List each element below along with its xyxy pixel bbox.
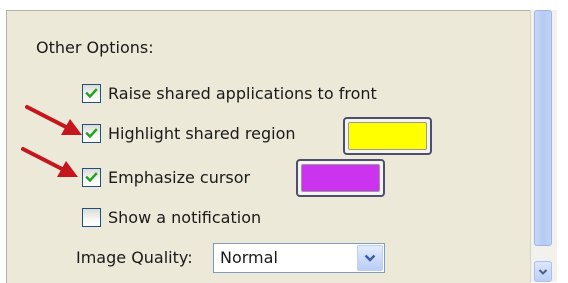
check-icon [85,88,98,99]
emphasize-cursor-label: Emphasize cursor [108,168,251,187]
check-icon [85,128,98,139]
options-window: Other Options: Raise shared applications… [0,0,568,283]
chevron-down-icon [538,268,548,275]
show-notification-label: Show a notification [108,208,262,227]
cursor-color-swatch [301,164,380,192]
option-emphasize-cursor[interactable]: Emphasize cursor [82,168,250,187]
image-quality-value: Normal [220,248,278,267]
chevron-down-icon [364,254,376,262]
highlight-color-button[interactable] [343,117,432,155]
option-raise-shared-apps[interactable]: Raise shared applications to front [82,84,377,103]
other-options-heading: Other Options: [36,38,154,57]
check-icon [85,172,98,183]
red-arrow-icon [21,147,78,177]
cursor-color-button[interactable] [296,159,385,197]
option-show-notification[interactable]: Show a notification [82,208,261,227]
option-highlight-shared-region[interactable]: Highlight shared region [82,124,296,143]
raise-shared-apps-checkbox[interactable] [82,84,101,103]
image-quality-dropdown-button[interactable] [357,245,383,271]
emphasize-cursor-checkbox[interactable] [82,168,101,187]
scroll-down-button[interactable] [534,261,552,282]
highlight-shared-region-label: Highlight shared region [108,124,296,143]
red-arrow-icon [25,105,82,135]
image-quality-select[interactable]: Normal [213,243,385,273]
scrollbar-thumb[interactable] [534,10,552,246]
raise-shared-apps-label: Raise shared applications to front [108,84,377,103]
highlight-color-swatch [348,122,427,150]
show-notification-checkbox[interactable] [82,208,101,227]
vertical-scrollbar[interactable] [530,10,557,282]
image-quality-label: Image Quality: [76,248,193,267]
